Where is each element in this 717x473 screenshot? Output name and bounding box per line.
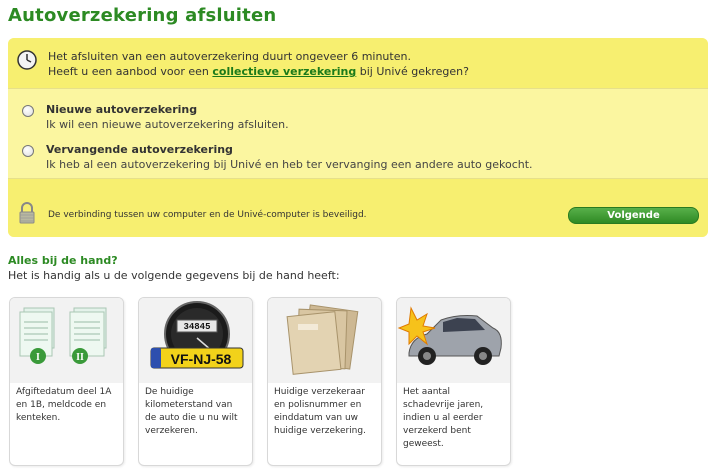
crashed-car-icon: [397, 298, 510, 383]
odometer-icon: 34845 VF-NJ-58: [139, 298, 252, 383]
security-notice: De verbinding tussen uw computer en de U…: [48, 210, 367, 220]
svg-text:II: II: [76, 352, 84, 363]
card-text: Het aantal schadevrije jaren, indien u a…: [403, 387, 484, 449]
registration-documents-icon: I II: [10, 298, 123, 383]
info-card-current-insurer: Huidige verzekeraar en polisnummer en ei…: [267, 297, 382, 466]
clock-icon: [17, 50, 37, 70]
insurance-options-panel: Het afsluiten van een autoverzekering du…: [8, 38, 708, 237]
svg-text:34845: 34845: [183, 322, 210, 332]
info-card-odometer: 34845 VF-NJ-58 De huidige kilometerstand…: [138, 297, 253, 466]
envelopes-icon: [268, 298, 381, 383]
next-button[interactable]: Volgende: [568, 207, 699, 224]
option-subtitle: Ik heb al een autoverzekering bij Univé …: [46, 158, 533, 171]
radio-replacement-insurance[interactable]: [22, 145, 34, 157]
section-subtitle: Het is handig als u de volgende gegevens…: [8, 269, 340, 282]
card-text: De huidige kilometerstand van de auto di…: [145, 387, 238, 436]
page-title: Autoverzekering afsluiten: [8, 5, 277, 26]
option-subtitle: Ik wil een nieuwe autoverzekering afslui…: [46, 118, 289, 131]
lock-icon: [19, 202, 35, 224]
option-title: Vervangende autoverzekering: [46, 143, 233, 156]
svg-text:VF-NJ-58: VF-NJ-58: [171, 351, 232, 367]
info-card-no-claim-years: Het aantal schadevrije jaren, indien u a…: [396, 297, 511, 466]
info-card-registration: I II Afgiftedatum deel 1A en 1B, meldcod…: [9, 297, 124, 466]
svg-text:I: I: [36, 352, 40, 363]
collective-insurance-link[interactable]: collectieve verzekering: [212, 65, 356, 78]
card-text: Huidige verzekeraar en polisnummer en ei…: [274, 387, 366, 436]
intro-text: Het afsluiten van een autoverzekering du…: [48, 50, 469, 78]
radio-new-insurance[interactable]: [22, 105, 34, 117]
section-title: Alles bij de hand?: [8, 254, 118, 267]
card-text: Afgiftedatum deel 1A en 1B, meldcode en …: [16, 387, 112, 423]
option-title: Nieuwe autoverzekering: [46, 103, 198, 116]
